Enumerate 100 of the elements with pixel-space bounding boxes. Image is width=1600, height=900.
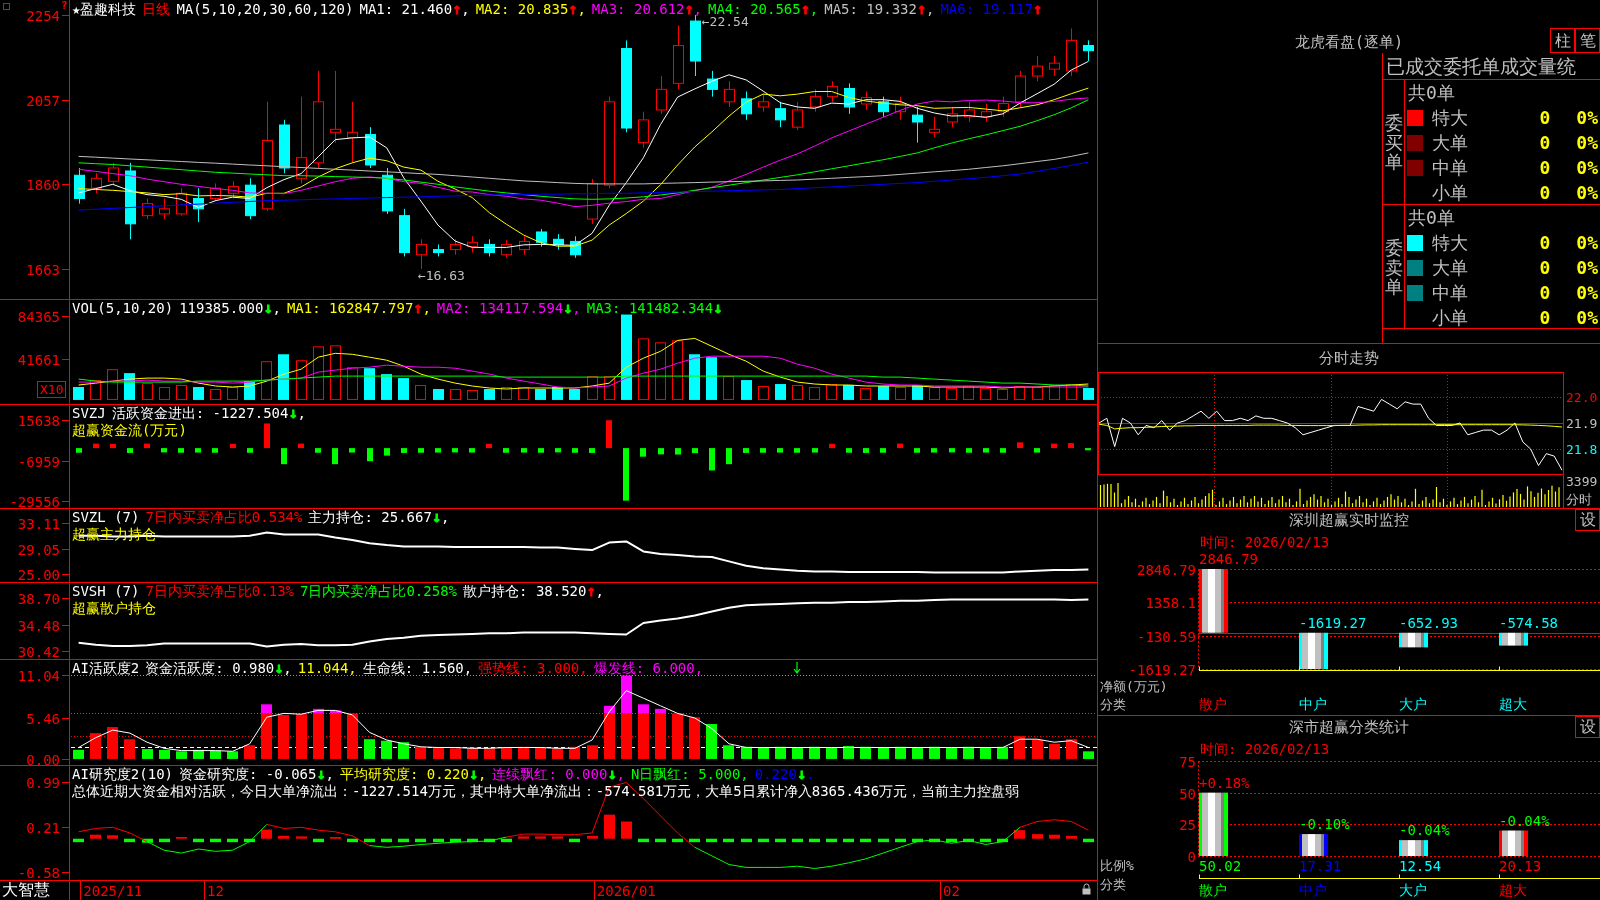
legend-text: AI活跃度2 bbox=[72, 660, 140, 677]
candlestick bbox=[912, 106, 923, 144]
candlestick bbox=[484, 238, 495, 257]
research-bar bbox=[912, 838, 923, 843]
candlestick bbox=[382, 167, 393, 215]
axis-label: -130.59 bbox=[1137, 628, 1196, 645]
order-size-label: 中单 bbox=[1432, 155, 1469, 180]
fund-flow-bar bbox=[503, 448, 509, 453]
activity-bar bbox=[193, 749, 204, 759]
group-label: 委卖单 bbox=[1384, 237, 1403, 298]
order-count: 0 bbox=[1538, 182, 1552, 203]
research-bar bbox=[124, 838, 135, 843]
research-bar bbox=[552, 836, 563, 839]
date-label: 2025/11 bbox=[83, 883, 143, 899]
activity-bar bbox=[415, 746, 426, 759]
candlestick bbox=[176, 187, 187, 217]
order-total: 共0单 bbox=[1407, 81, 1456, 105]
research-bar bbox=[843, 838, 854, 843]
activity-bar bbox=[895, 746, 906, 759]
axis-label: 0.99 bbox=[26, 774, 60, 791]
activity-bar bbox=[142, 749, 153, 759]
activity-bar bbox=[946, 747, 957, 759]
chart-bar bbox=[1399, 840, 1428, 856]
fund-flow-bar bbox=[726, 448, 732, 465]
order-share: 0% bbox=[1575, 282, 1599, 303]
order-count: 0 bbox=[1538, 157, 1552, 178]
legend-text: 超赢资金流(万元) bbox=[72, 422, 187, 439]
fund-flow-bar bbox=[418, 448, 424, 453]
candlestick bbox=[656, 75, 667, 115]
candlestick bbox=[193, 187, 204, 223]
axis-label: 33.11 bbox=[17, 515, 60, 532]
fund-flow-bar bbox=[829, 443, 835, 449]
legend-text: MA2: 134117.594↓, bbox=[436, 300, 581, 317]
volume-bar bbox=[1014, 386, 1025, 400]
research-bar bbox=[946, 838, 957, 843]
candlestick bbox=[108, 162, 119, 186]
research-bar bbox=[689, 838, 700, 843]
volume-bar bbox=[706, 357, 717, 400]
settings-button[interactable]: 设 bbox=[1575, 509, 1600, 531]
axis-label: -1619.27 bbox=[1128, 661, 1196, 678]
volume-bar bbox=[261, 361, 272, 400]
legend-text: 7日内买卖净占比0.13% bbox=[145, 583, 294, 600]
volume-bar bbox=[689, 354, 700, 400]
fund-flow-bar bbox=[127, 448, 133, 453]
fund-flow-bar bbox=[452, 448, 458, 453]
volume-bar bbox=[1049, 385, 1060, 400]
volume-bar bbox=[347, 367, 358, 400]
volume-bar bbox=[860, 388, 871, 400]
axis-label: 0.21 bbox=[26, 819, 60, 836]
candlestick bbox=[775, 101, 786, 128]
activity-bar bbox=[364, 739, 375, 759]
activity-bar bbox=[963, 746, 974, 759]
volume-bar bbox=[569, 389, 580, 400]
volume-bar bbox=[176, 385, 187, 400]
order-count: 0 bbox=[1538, 282, 1552, 303]
candlestick bbox=[519, 235, 530, 256]
fund-flow-bar bbox=[332, 448, 338, 465]
activity-bar bbox=[758, 747, 769, 759]
axis-label: 50 bbox=[1179, 785, 1196, 802]
fund-flow-bar bbox=[281, 448, 287, 465]
legend-text: 119385.000↓, bbox=[179, 300, 281, 317]
activity-bar bbox=[689, 717, 700, 759]
candlestick bbox=[724, 80, 735, 108]
research-bar bbox=[604, 814, 615, 839]
activity-bar bbox=[980, 747, 991, 759]
candlestick bbox=[861, 91, 872, 111]
volume-bar bbox=[587, 376, 598, 400]
category-label: 散户 bbox=[1199, 696, 1227, 712]
candlestick bbox=[399, 208, 410, 257]
axis-label: 22.0 bbox=[1566, 390, 1598, 406]
activity-bar bbox=[587, 745, 598, 759]
fund-flow-bar bbox=[863, 448, 869, 453]
research-bar bbox=[278, 835, 289, 839]
research-bar bbox=[895, 838, 906, 843]
activity-bar bbox=[1066, 739, 1077, 759]
legend-text: 平均研究度: 0.220↓, bbox=[339, 766, 487, 783]
fund-flow-bar bbox=[658, 448, 664, 455]
activity-bar bbox=[535, 747, 546, 759]
order-size-label: 小单 bbox=[1432, 305, 1469, 330]
view-toggle-button[interactable]: 柱 bbox=[1550, 28, 1575, 53]
fund-flow-bar bbox=[264, 423, 270, 449]
settings-button[interactable]: 设 bbox=[1575, 716, 1600, 738]
activity-bar bbox=[176, 751, 187, 759]
fund-flow-bar bbox=[161, 448, 167, 453]
fund-flow-bar bbox=[1068, 443, 1074, 449]
axis-label: 2057 bbox=[26, 92, 60, 109]
candlestick bbox=[433, 243, 444, 257]
candlestick bbox=[142, 197, 153, 220]
volume-bar bbox=[552, 387, 563, 400]
candlestick bbox=[365, 126, 376, 169]
view-toggle-button[interactable]: 笔 bbox=[1575, 28, 1600, 53]
volume-bar bbox=[193, 387, 204, 400]
research-bar bbox=[415, 838, 426, 843]
candlestick bbox=[501, 239, 512, 259]
fund-flow-bar bbox=[880, 448, 886, 453]
research-bar bbox=[193, 838, 204, 843]
category-label: 中户 bbox=[1299, 696, 1327, 712]
activity-bar bbox=[723, 745, 734, 759]
candlestick bbox=[844, 82, 855, 115]
research-bar bbox=[518, 836, 529, 839]
